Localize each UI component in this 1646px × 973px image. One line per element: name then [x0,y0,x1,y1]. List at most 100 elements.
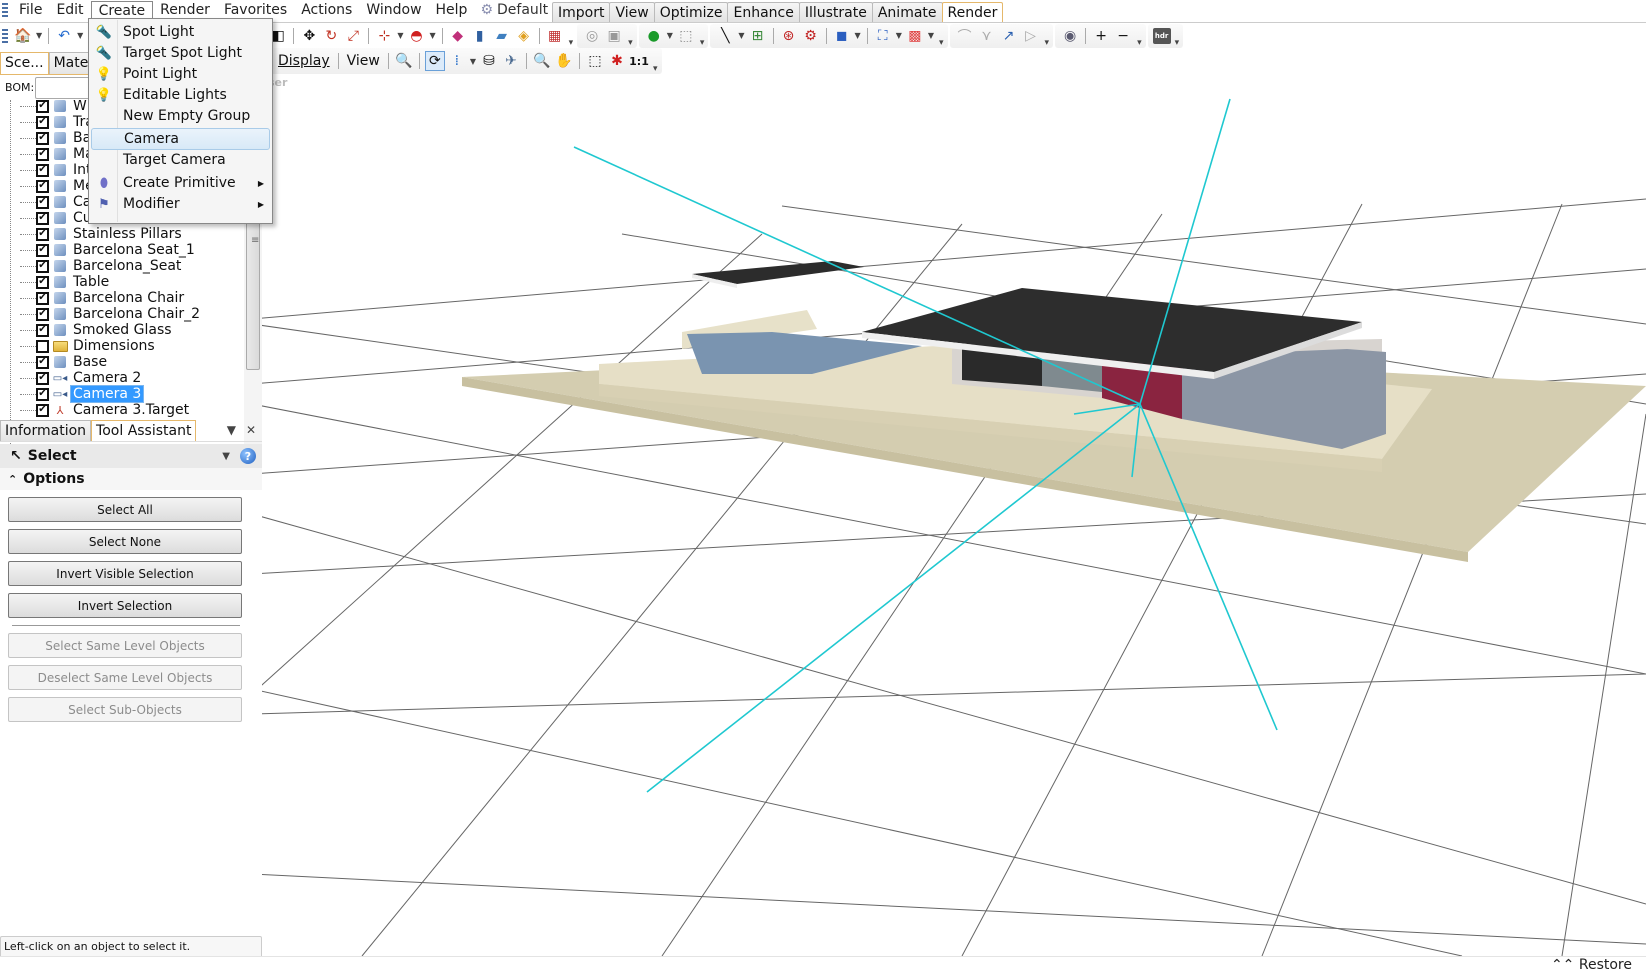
pivot-dropdown[interactable]: ▼ [397,31,403,40]
cube-icon[interactable]: ◼ [832,26,852,46]
ribbon-tab-illustrate[interactable]: Illustrate [798,2,873,22]
menu-item-modifier[interactable]: ⚑ Modifier ▶ [91,193,270,215]
menu-item-create-primitive[interactable]: ⬮ Create Primitive ▶ [91,172,270,194]
play-icon[interactable]: ▷ [1021,26,1041,46]
visibility-checkbox[interactable]: ✔ [36,211,49,225]
curve-icon[interactable]: ⌒ [955,26,975,46]
zoom-box-icon[interactable]: ⬚ [585,51,605,71]
toolbar-overflow[interactable]: ▾ [1137,38,1142,48]
toolbar-overflow[interactable]: ▾ [628,38,633,48]
menu-favorites[interactable]: Favorites [217,0,294,20]
menu-edit[interactable]: Edit [49,0,90,20]
visibility-checkbox[interactable]: ✔ [36,387,49,401]
toolbar-grip[interactable] [2,28,8,43]
ribbon-tab-view[interactable]: View [609,2,655,22]
tree-row[interactable]: ✔ Int [0,162,94,178]
visibility-checkbox[interactable]: ✔ [36,259,49,273]
rotate-icon[interactable]: ↻ [321,26,341,46]
viewport-scene[interactable] [262,74,1646,956]
grid-colors-icon[interactable]: ▦ [545,26,565,46]
zoom-selected-icon[interactable]: ✱ [607,51,627,71]
menu-item-point-light[interactable]: 💡 Point Light [91,63,270,85]
visibility-checkbox[interactable]: ✔ [36,147,49,161]
visibility-checkbox[interactable]: ✔ [36,195,49,209]
tab-tool-assistant[interactable]: Tool Assistant [91,420,197,441]
walk-icon[interactable]: ⁞ [447,51,467,71]
visibility-checkbox[interactable]: ✔ [36,323,49,337]
tree-row[interactable]: ✔ Tra [0,114,96,130]
restore-button[interactable]: ⌃⌃ Restore [1551,957,1632,973]
tree-row[interactable]: ✔ ▭◂ Camera 2 [0,370,143,386]
menu-item-spot-light[interactable]: 🔦 Spot Light [91,21,270,43]
menu-help[interactable]: Help [429,0,475,20]
visibility-checkbox[interactable]: ✔ [36,115,49,129]
palette-dropdown[interactable]: ▼ [928,31,934,40]
tab-information[interactable]: Information [0,420,92,441]
split-curve-icon[interactable]: ⋎ [977,26,997,46]
tree-row[interactable]: ✔ Base [0,354,109,370]
menu-item-target-spot-light[interactable]: 🔦 Target Spot Light [91,42,270,64]
orbit-icon[interactable]: ⟳ [424,51,445,71]
toolbar-overflow[interactable]: ▾ [939,38,944,48]
actual-size-button[interactable]: 1:1 [629,51,649,71]
tree-row[interactable]: ✔ Barcelona_Seat [0,258,183,274]
menu-grip[interactable] [2,3,8,17]
tree-row[interactable]: ✔ W [0,100,89,114]
menu-render[interactable]: Render [153,0,217,20]
turntable-icon[interactable]: ⛁ [479,51,499,71]
visibility-checkbox[interactable]: ✔ [36,227,49,241]
visibility-checkbox[interactable]: ✔ [36,275,49,289]
home-icon[interactable]: 🏠 [13,26,33,46]
invert-visible-selection-button[interactable]: Invert Visible Selection [8,561,242,586]
hdr-icon[interactable]: hdr [1152,27,1171,44]
visibility-checkbox[interactable]: ✔ [36,403,49,417]
tree-row[interactable]: ✔ Barcelona Seat_1 [0,242,197,258]
close-icon[interactable]: ✕ [246,423,256,437]
ribbon-tab-enhance[interactable]: Enhance [727,2,800,22]
tree-row[interactable]: ✔ Smoked Glass [0,322,174,338]
tree-row[interactable]: ✔ ⅄ Camera 3.Target [0,402,191,418]
toolbar-overflow[interactable]: ▾ [700,38,705,48]
undo-dropdown[interactable]: ▼ [77,31,83,40]
settings-gear-icon[interactable]: ⚙ [801,26,821,46]
menu-create[interactable]: Create [90,0,154,20]
ribbon-tab-optimize[interactable]: Optimize [653,2,729,22]
book-icon[interactable]: ▮ [470,26,490,46]
select-all-button[interactable]: Select All [8,497,242,522]
visibility-checkbox[interactable]: ✔ [36,179,49,193]
tree-row[interactable]: ✔ Ba [0,130,93,146]
selection-box-icon[interactable]: ⬚ [676,26,696,46]
move-icon[interactable]: ✥ [299,26,319,46]
fit-dropdown[interactable]: ▼ [896,31,902,40]
tree-row[interactable]: ✔ Barcelona Chair [0,290,186,306]
ribbon-tab-animate[interactable]: Animate [871,2,943,22]
menu-item-new-empty-group[interactable]: New Empty Group [91,105,270,127]
environment-icon[interactable]: ▰ [492,26,512,46]
snapshot-grid-icon[interactable]: ▣ [604,26,624,46]
display-menu[interactable]: Display [274,53,334,69]
pivot-icon[interactable]: ⊹ [374,26,394,46]
tree-row[interactable]: ✔ Stainless Pillars [0,226,184,242]
visibility-checkbox[interactable]: ✔ [36,371,49,385]
line-dropdown[interactable]: ▼ [738,31,744,40]
visibility-checkbox[interactable]: ✔ [36,131,49,145]
tool-dropdown-icon[interactable]: ▼ [222,451,230,462]
tree-row[interactable]: ✔ Me [0,178,96,194]
zoom-page-icon[interactable]: 🔍 [394,51,414,71]
home-dropdown[interactable]: ▼ [36,31,42,40]
pan-hand-icon[interactable]: ✋ [554,51,574,71]
ribbon-tab-render[interactable]: Render [941,2,1004,22]
visibility-checkbox[interactable]: ✔ [36,307,49,321]
align-icon[interactable]: ⊞ [748,26,768,46]
ribbon-tab-import[interactable]: Import [552,2,611,22]
view-menu[interactable]: View [343,53,384,69]
visibility-checkbox[interactable]: ✔ [36,100,49,113]
visibility-checkbox[interactable]: ✔ [36,163,49,177]
tree-row[interactable]: ✔ ▭◂ Camera 3 [0,385,145,403]
invert-selection-button[interactable]: Invert Selection [8,593,242,618]
toolbar-overflow[interactable]: ▾ [569,38,574,48]
color-palette-icon[interactable]: ▩ [905,26,925,46]
helmet-icon[interactable]: ◓ [406,26,426,46]
panel-menu-icon[interactable]: ▼ [227,423,236,437]
eye-arrow-icon[interactable]: ↗ [999,26,1019,46]
